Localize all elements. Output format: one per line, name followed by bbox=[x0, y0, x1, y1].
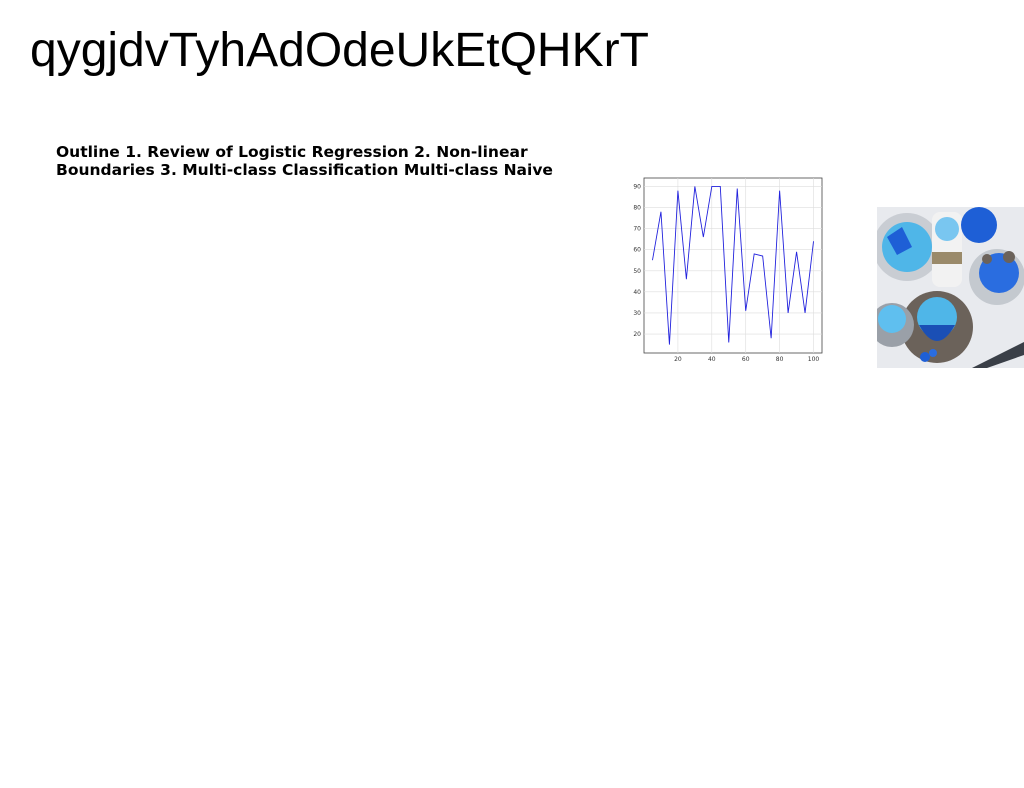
blue-pastry bbox=[961, 207, 997, 243]
y-tick-label: 40 bbox=[633, 289, 641, 296]
y-tick-label: 80 bbox=[633, 205, 641, 212]
x-tick-label: 40 bbox=[708, 356, 716, 363]
y-tick-label: 50 bbox=[633, 268, 641, 275]
x-tick-label: 80 bbox=[776, 356, 784, 363]
x-tick-label: 100 bbox=[808, 356, 820, 363]
y-tick-label: 90 bbox=[633, 183, 641, 190]
y-tick-label: 60 bbox=[633, 247, 641, 254]
y-tick-label: 30 bbox=[633, 310, 641, 317]
dessert-photo bbox=[877, 207, 1024, 368]
y-tick-label: 20 bbox=[633, 331, 641, 338]
x-tick-label: 60 bbox=[742, 356, 750, 363]
outline-text: Outline 1. Review of Logistic Regression… bbox=[56, 143, 553, 179]
x-tick-label: 20 bbox=[674, 356, 682, 363]
line-chart: 20 40 60 80 100 20 30 40 50 60 70 80 90 bbox=[633, 177, 823, 363]
y-tick-label: 70 bbox=[633, 226, 641, 233]
slide-title: qygjdvTyhAdOdeUkEtQHKrT bbox=[30, 24, 649, 77]
